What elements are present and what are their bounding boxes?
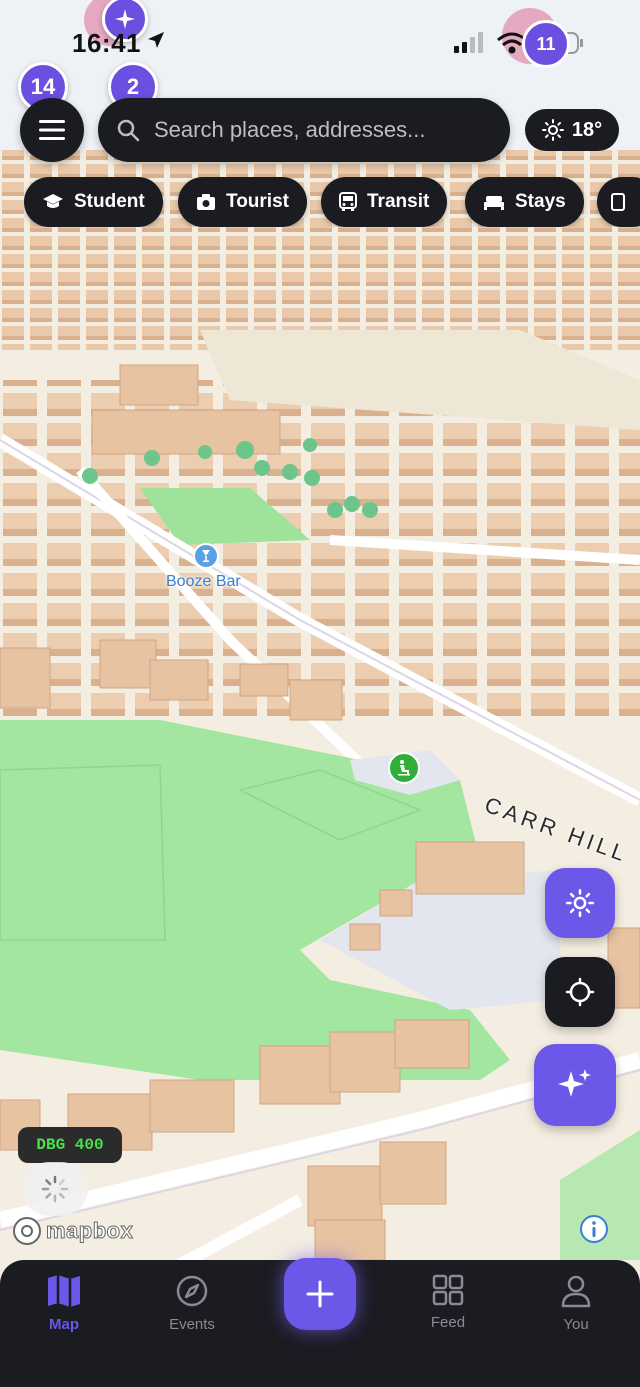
- search-bar[interactable]: [98, 98, 510, 162]
- compass-icon: [176, 1275, 208, 1307]
- chip-stays[interactable]: Stays: [465, 177, 584, 227]
- tab-map[interactable]: Map: [14, 1274, 114, 1333]
- chip-more[interactable]: [597, 177, 640, 227]
- weather-temperature: 18°: [571, 118, 603, 141]
- chip-label: Transit: [367, 191, 430, 212]
- chip-transit[interactable]: Transit: [321, 177, 448, 227]
- cluster-count: 2: [126, 74, 140, 99]
- chip-student[interactable]: Student: [24, 177, 163, 227]
- info-icon: [580, 1215, 608, 1243]
- poi-label[interactable]: Booze Bar: [166, 573, 241, 591]
- info-button[interactable]: [578, 1213, 610, 1245]
- map-pin-top-right[interactable]: 11: [522, 20, 570, 68]
- tab-bar: Map Events Feed You: [0, 1258, 640, 1387]
- search-icon: [117, 119, 140, 142]
- tab-events[interactable]: Events: [142, 1274, 242, 1333]
- mapbox-attribution: mapbox: [45, 1218, 134, 1244]
- mapbox-logo[interactable]: mapbox: [12, 1216, 133, 1246]
- map-icon: [48, 1275, 80, 1307]
- tab-label: You: [563, 1316, 589, 1333]
- status-time: 16:41: [72, 28, 141, 58]
- battery-level: 11: [536, 33, 556, 54]
- bed-icon: [484, 196, 504, 210]
- location-arrow-icon: [146, 30, 166, 55]
- grid-icon: [432, 1274, 464, 1306]
- chip-label: Tourist: [226, 191, 289, 212]
- crosshair-icon: [565, 977, 595, 1007]
- mapbox-icon: [13, 1217, 41, 1245]
- bar-poi-icon[interactable]: [193, 543, 219, 569]
- locate-me-button[interactable]: [545, 957, 615, 1027]
- chip-partial-icon: [611, 193, 625, 211]
- status-bar: 16:41 11 14 2: [0, 0, 640, 112]
- person-icon: [561, 1275, 591, 1308]
- sun-icon: [566, 889, 594, 917]
- menu-button[interactable]: [20, 98, 84, 162]
- search-input[interactable]: [154, 117, 484, 143]
- tab-label: Events: [169, 1316, 215, 1333]
- chip-label: Student: [74, 191, 145, 212]
- seat-poi-icon[interactable]: [388, 752, 420, 784]
- loading-spinner[interactable]: [22, 1162, 88, 1216]
- spinner-icon: [41, 1175, 69, 1203]
- plus-icon: [306, 1280, 334, 1308]
- sparkle-icon: [558, 1069, 591, 1097]
- filter-chips: Student Tourist Transit Stays: [24, 177, 640, 227]
- tab-label: Map: [49, 1316, 79, 1333]
- tab-you[interactable]: You: [526, 1274, 626, 1333]
- light-mode-button[interactable]: [545, 868, 615, 938]
- add-button[interactable]: [284, 1258, 356, 1330]
- graduation-cap-icon: [43, 194, 63, 208]
- chip-label: Stays: [515, 191, 566, 212]
- tab-label: Feed: [430, 1314, 466, 1331]
- tab-feed[interactable]: Feed: [398, 1274, 498, 1331]
- weather-pill[interactable]: 18°: [525, 109, 619, 151]
- camera-icon: [197, 194, 215, 210]
- debug-badge: DBG 400: [18, 1127, 122, 1163]
- bus-icon: [339, 192, 357, 211]
- signal-icon: [454, 32, 483, 53]
- sun-icon: [541, 119, 564, 141]
- hamburger-icon: [39, 120, 65, 140]
- chip-tourist[interactable]: Tourist: [178, 177, 307, 227]
- cluster-count: 14: [30, 74, 56, 99]
- ai-assistant-button[interactable]: [534, 1044, 616, 1126]
